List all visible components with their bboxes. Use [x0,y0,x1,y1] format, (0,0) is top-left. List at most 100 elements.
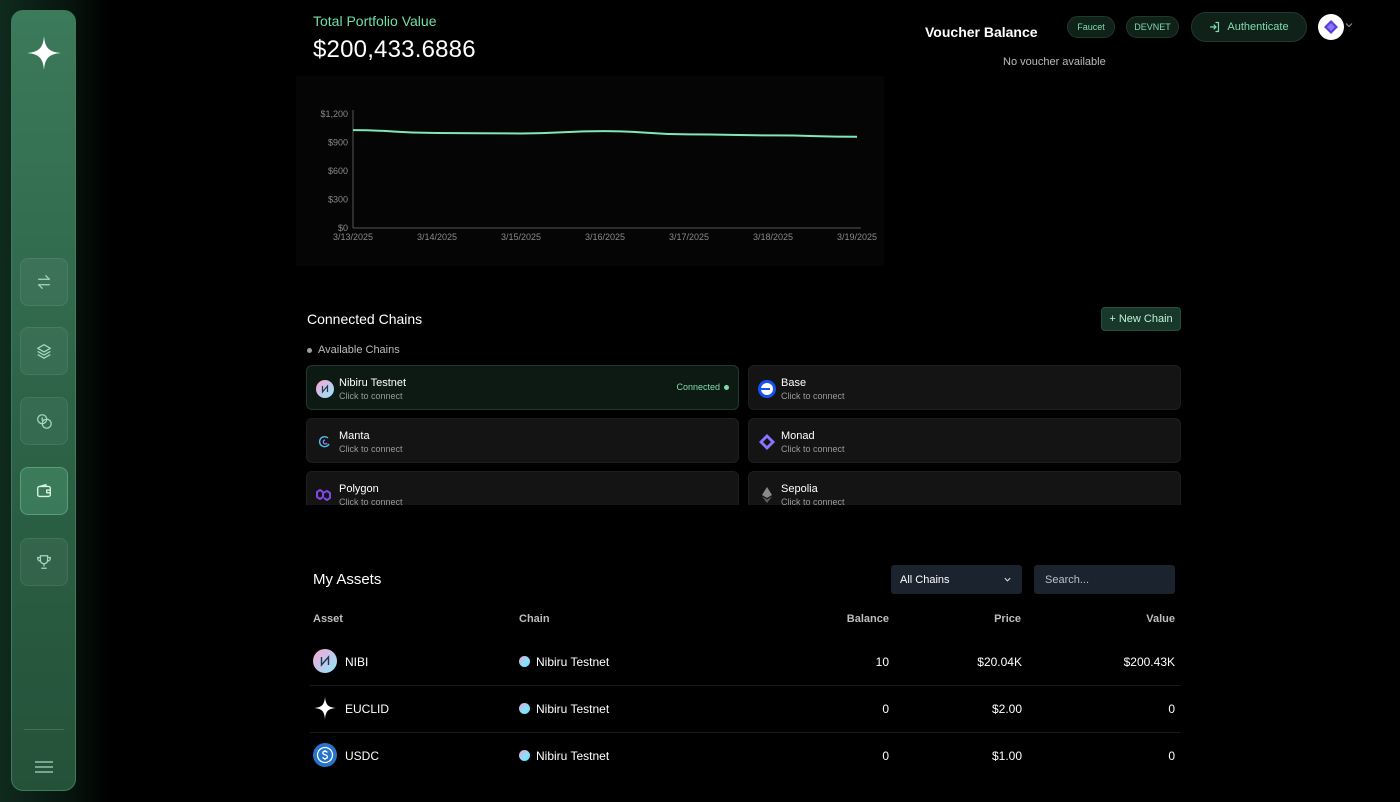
chain-subtitle: Click to connect [339,444,403,454]
manta-icon [316,433,334,451]
authenticate-label: Authenticate [1227,21,1289,33]
search-input[interactable] [1034,565,1175,594]
sidebar-item-wallet[interactable] [20,467,68,515]
authenticate-button[interactable]: Authenticate [1191,12,1307,42]
chain-card-monad[interactable]: Monad Click to connect [748,418,1181,463]
network-badge[interactable]: DEVNET [1126,16,1179,38]
chains-scroll-fade [296,505,1196,519]
asset-chain: Nibiru Testnet [519,702,609,716]
chevron-down-icon [1004,577,1011,582]
x-tick-label: 3/18/2025 [753,232,793,242]
chain-name: Manta [339,430,370,442]
y-tick-label: $300 [328,195,348,205]
chain-card-base[interactable]: Base Click to connect [748,365,1181,410]
column-header-asset[interactable]: Asset [313,613,343,625]
column-header-balance[interactable]: Balance [829,613,889,625]
chain-status: Connected [676,382,729,392]
sidebar-item-coins[interactable] [20,397,68,445]
chain-subtitle: Click to connect [781,391,845,401]
chain-name: Base [781,377,807,389]
ethereum-icon [758,486,776,504]
sidebar-divider [24,729,64,730]
chain-subtitle: Click to connect [781,444,845,454]
asset-price: $1.00 [991,749,1022,763]
table-row[interactable]: USDC Nibiru Testnet 0 $1.00 0 [310,733,1180,780]
chain-filter-value: All Chains [900,573,950,586]
voucher-empty-text: No voucher available [1003,56,1106,68]
portfolio-value-label: Total Portfolio Value [313,13,437,29]
sidebar-item-layers[interactable] [20,327,68,375]
asset-name: USDC [345,749,380,763]
faucet-button[interactable]: Faucet [1067,16,1115,38]
asset-balance: 10 [875,655,889,669]
portfolio-chart: $0$300$600$900$1,2003/13/2025 3/14/2025 3/… [320,109,877,242]
connected-chains-title: Connected Chains [307,311,423,327]
chain-name: Sepolia [781,483,818,495]
column-header-chain[interactable]: Chain [519,613,550,625]
nibiru-chain-icon [519,656,530,667]
x-tick-label: 3/19/2025 [837,232,877,242]
asset-chain-name: Nibiru Testnet [536,655,610,669]
asset-value: $200.43K [1123,655,1175,669]
column-header-price[interactable]: Price [961,613,1021,625]
usdc-icon [313,743,337,767]
asset-name: EUCLID [345,702,390,716]
y-tick-label: $600 [328,166,348,176]
chevron-down-icon[interactable] [1344,20,1354,30]
portfolio-value: $200,433.6886 [313,36,476,63]
avatar[interactable] [1318,14,1344,40]
asset-value: 0 [1168,749,1175,763]
polygon-icon [316,486,334,504]
nibiru-icon [316,380,334,398]
chain-filter-select[interactable]: All Chains [891,565,1022,594]
euclid-icon [313,696,337,720]
layers-icon [37,344,51,359]
sidebar-item-trophy[interactable] [20,538,68,586]
base-icon [758,380,776,398]
series-line [352,129,858,138]
diamond-icon [1324,20,1338,34]
asset-price: $20.04K [977,655,1022,669]
available-chains-text: Available Chains [318,344,400,356]
hamburger-icon [35,761,53,773]
available-dot [307,347,312,353]
asset-chain: Nibiru Testnet [519,749,609,763]
chain-card-manta[interactable]: Manta Click to connect [306,418,739,463]
x-tick-label: 3/14/2025 [417,232,457,242]
swap-arrows-icon [37,275,51,289]
column-header-value[interactable]: Value [1115,613,1175,625]
nibi-icon [313,649,337,673]
sidebar [11,10,76,791]
menu-button[interactable] [32,755,56,779]
asset-balance: 0 [882,749,889,763]
nibiru-chain-icon [519,750,530,761]
x-tick-label: 3/15/2025 [501,232,541,242]
asset-chain-name: Nibiru Testnet [536,749,610,763]
table-row[interactable]: NIBI Nibiru Testnet 10 $20.04K $200.43K [310,639,1180,686]
table-row[interactable]: EUCLID Nibiru Testnet 0 $2.00 0 [310,686,1180,733]
x-tick-label: 3/13/2025 [333,232,373,242]
y-tick-label: $1,200 [320,109,348,119]
asset-chain: Nibiru Testnet [519,655,609,669]
chain-subtitle: Click to connect [339,391,403,401]
asset-value: 0 [1168,702,1175,716]
status-dot [724,384,729,390]
sidebar-item-swap[interactable] [20,258,68,306]
login-icon [1210,21,1220,33]
chain-card-nibiru[interactable]: Nibiru Testnet Click to connect Connecte… [306,365,739,410]
assets-title: My Assets [313,571,382,588]
monad-icon [758,433,776,451]
voucher-title: Voucher Balance [925,24,1038,40]
x-tick-label: 3/17/2025 [669,232,709,242]
y-tick-label: $900 [328,138,348,148]
euclid-logo-icon[interactable] [26,35,62,71]
asset-price: $2.00 [991,702,1022,716]
coins-icon [37,414,52,429]
chain-name: Monad [781,430,815,442]
wallet-icon [37,484,51,498]
x-tick-label: 3/16/2025 [585,232,625,242]
available-chains-label: Available Chains [307,344,400,356]
new-chain-button[interactable]: + New Chain [1101,307,1181,331]
chain-name: Nibiru Testnet [339,377,407,389]
asset-chain-name: Nibiru Testnet [536,702,610,716]
